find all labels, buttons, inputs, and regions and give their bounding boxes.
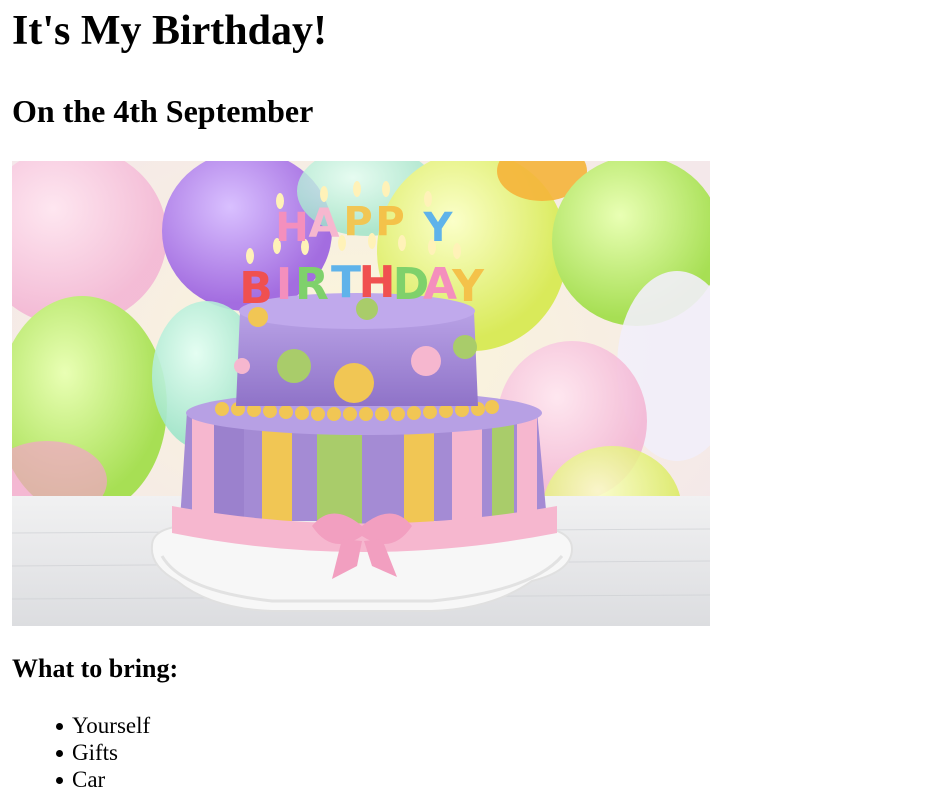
list-item: Gifts: [56, 739, 150, 766]
svg-text:B: B: [239, 263, 273, 314]
svg-text:R: R: [295, 259, 329, 310]
svg-text:I: I: [276, 259, 292, 310]
bullet-icon: [56, 723, 63, 730]
bring-heading: What to bring:: [12, 654, 179, 683]
list-item-label: Gifts: [72, 740, 118, 765]
svg-text:H: H: [359, 257, 396, 308]
svg-text:H: H: [275, 205, 308, 251]
list-item: Car: [56, 766, 150, 793]
page-title: It's My Birthday!: [12, 8, 327, 54]
list-item: Yourself: [56, 712, 151, 739]
bring-list: Yourself Gifts Car: [12, 712, 150, 793]
svg-text:Y: Y: [423, 205, 454, 251]
svg-text:P: P: [343, 199, 372, 245]
list-item-label: Yourself: [72, 713, 151, 738]
page-subtitle: On the 4th September: [12, 93, 314, 129]
svg-text:T: T: [331, 257, 361, 308]
birthday-cake-photo: H A P P Y B I R T H D A Y: [12, 161, 710, 626]
bullet-icon: [56, 777, 63, 784]
svg-text:P: P: [375, 199, 404, 245]
list-item-label: Car: [72, 767, 106, 792]
svg-text:Y: Y: [451, 261, 485, 312]
bullet-icon: [56, 750, 63, 757]
svg-text:A: A: [309, 201, 340, 247]
